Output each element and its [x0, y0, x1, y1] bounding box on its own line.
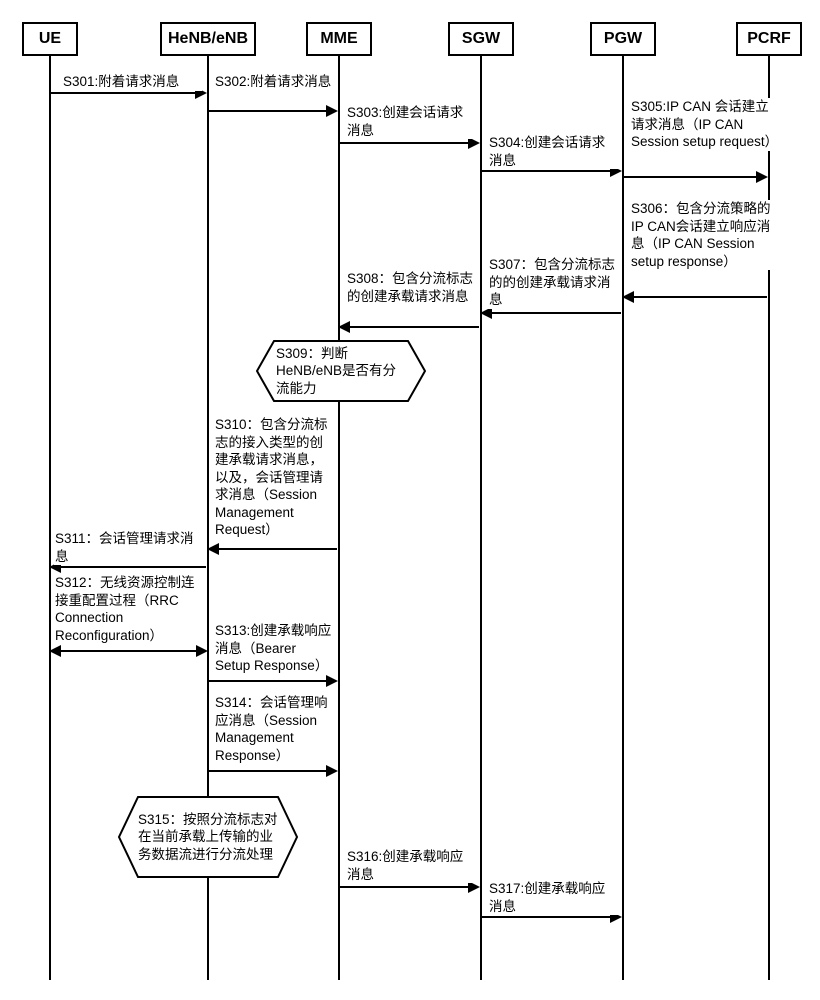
msg-s308-label: S308：包含分流标志的创建承载请求消息 — [346, 270, 476, 305]
process-s315-label: S315：按照分流标志对在当前承载上传输的业务数据流进行分流处理 — [138, 796, 278, 878]
msg-s303-arrow — [339, 142, 478, 144]
msg-s314-arrow — [208, 770, 336, 772]
msg-s303-label: S303:创建会话请求消息 — [346, 104, 476, 139]
process-s315: S315：按照分流标志对在当前承载上传输的业务数据流进行分流处理 — [118, 796, 298, 878]
msg-s306-label: S306：包含分流策略的IP CAN会话建立响应消息（IP CAN Sessio… — [630, 200, 782, 270]
msg-s302-label: S302:附着请求消息 — [214, 73, 334, 91]
msg-s301-arrow — [50, 92, 205, 94]
participant-label: PCRF — [747, 30, 791, 47]
msg-s312-label: S312：无线资源控制连接重配置过程（RRC Connection Reconf… — [54, 574, 204, 644]
msg-s316-label: S316:创建承载响应消息 — [346, 848, 476, 883]
decision-s309: S309：判断HeNB/eNB是否有分流能力 — [256, 340, 426, 402]
msg-s305-arrow — [623, 176, 766, 178]
msg-s311-label: S311：会话管理请求消息 — [54, 530, 204, 565]
participant-pgw: PGW — [590, 22, 656, 56]
msg-s301-label: S301:附着请求消息 — [62, 73, 202, 91]
lifeline-ue — [49, 54, 51, 980]
msg-s305-label: S305:IP CAN 会话建立请求消息（IP CAN Session setu… — [630, 98, 780, 151]
msg-s314-label: S314：会话管理响应消息（Session Management Respons… — [214, 694, 336, 764]
msg-s313-label: S313:创建承载响应消息（Bearer Setup Response） — [214, 622, 336, 675]
participant-label: PGW — [604, 30, 642, 47]
lifeline-pgw — [622, 54, 624, 980]
msg-s302-arrow — [208, 110, 336, 112]
participant-ue: UE — [22, 22, 78, 56]
msg-s317-label: S317:创建承载响应消息 — [488, 880, 618, 915]
msg-s317-arrow — [481, 916, 620, 918]
participant-pcrf: PCRF — [736, 22, 802, 56]
participant-label: SGW — [462, 30, 500, 47]
msg-s316-arrow — [339, 886, 478, 888]
decision-s309-label: S309：判断HeNB/eNB是否有分流能力 — [276, 340, 406, 402]
msg-s307-label: S307：包含分流标志的的创建承载请求消息 — [488, 256, 618, 309]
msg-s306-arrow — [624, 296, 767, 298]
lifeline-sgw — [480, 54, 482, 980]
msg-s304-label: S304:创建会话请求消息 — [488, 134, 618, 169]
participant-label: MME — [320, 30, 357, 47]
msg-s310-label: S310：包含分流标志的接入类型的创建承载请求消息，以及，会话管理请求消息（Se… — [214, 416, 336, 539]
msg-s307-arrow — [482, 312, 621, 314]
msg-s308-arrow — [340, 326, 479, 328]
sequence-diagram: UE HeNB/eNB MME SGW PGW PCRF S301:附着请求消息… — [0, 0, 820, 1000]
lifeline-mme — [338, 54, 340, 980]
participant-mme: MME — [306, 22, 372, 56]
msg-s304-arrow — [481, 170, 620, 172]
participant-label: UE — [39, 30, 61, 47]
msg-s311-arrow — [51, 566, 206, 568]
msg-s313-arrow — [208, 680, 336, 682]
participant-sgw: SGW — [448, 22, 514, 56]
msg-s310-arrow — [209, 548, 337, 550]
msg-s312-arrow-right — [51, 650, 206, 652]
participant-label: HeNB/eNB — [168, 30, 248, 47]
lifeline-pcrf — [768, 54, 770, 980]
participant-henb: HeNB/eNB — [160, 22, 256, 56]
